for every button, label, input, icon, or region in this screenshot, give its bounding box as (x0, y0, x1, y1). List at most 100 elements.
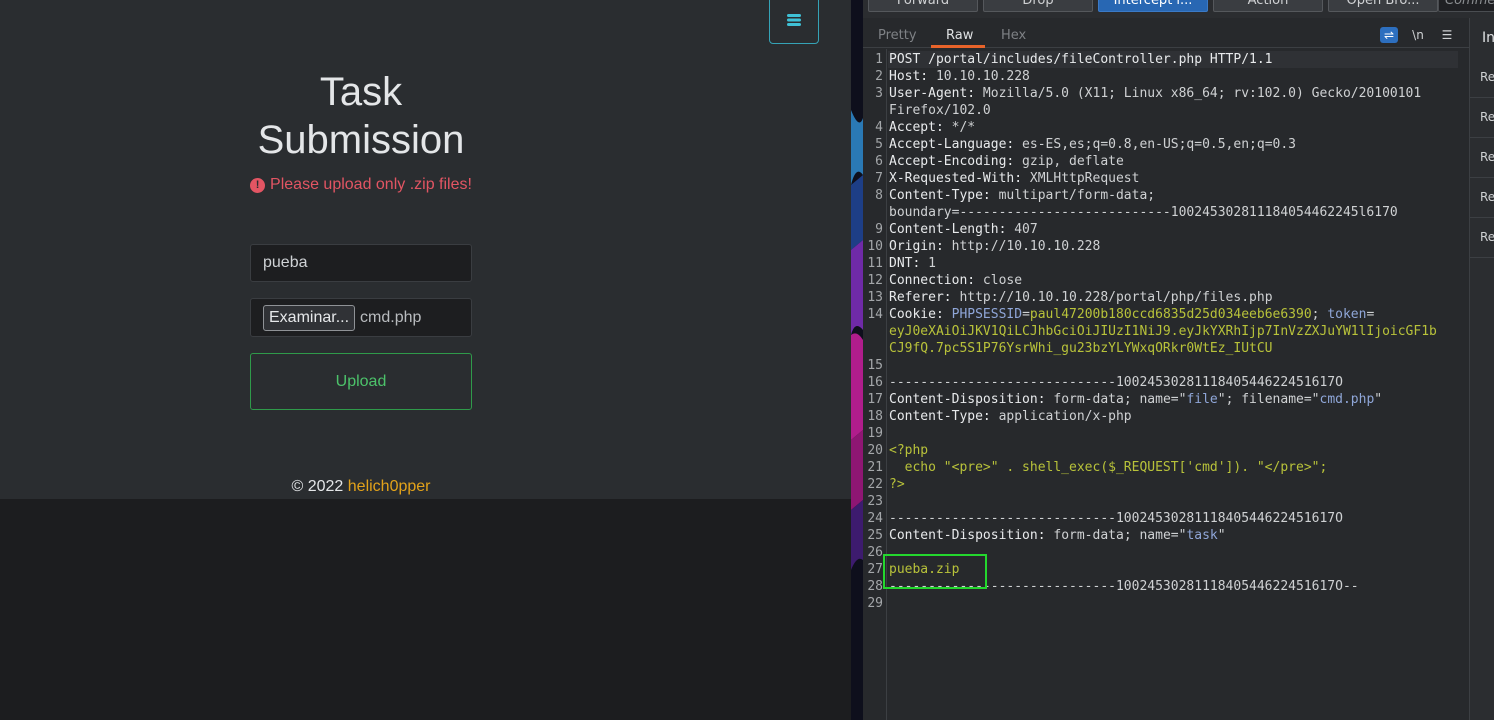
inspector-row[interactable]: Re (1470, 178, 1494, 218)
task-name-input[interactable]: pueba (250, 244, 472, 282)
browser-viewport: Task Submission ! Please upload only .zi… (0, 0, 851, 720)
inspector-row[interactable]: Re (1470, 218, 1494, 258)
line-number: 26 (867, 545, 883, 560)
page-footer: © 2022 helich0pper (231, 478, 491, 496)
inspector-row[interactable]: Re (1470, 98, 1494, 138)
inspector-row[interactable]: Re (1470, 58, 1494, 98)
tab-hex[interactable]: Hex (1001, 28, 1026, 43)
code-line: Connection: close (889, 272, 1022, 289)
code-line: Host: 10.10.10.228 (889, 68, 1030, 85)
forward-button[interactable]: Forward (868, 0, 978, 12)
code-token: Referer: (889, 290, 952, 305)
intercept-toggle-button[interactable]: Intercept i... (1098, 0, 1208, 12)
code-token: CJ9fQ.7pc5S1P76YsrWhi_gu23bzYLYWxqORkr0W… (889, 341, 1273, 356)
code-line: eyJ0eXAiOiJKV1QiLCJhbGciOiJIUzI1NiJ9.eyJ… (889, 323, 1437, 340)
code-token: Cookie: (889, 307, 944, 322)
code-line: Referer: http://10.10.10.228/portal/php/… (889, 289, 1273, 306)
line-number: 3 (875, 86, 883, 101)
error-alert-text: Please upload only .zip files! (270, 176, 472, 193)
code-token: 407 (1006, 222, 1038, 237)
code-line: boundary=---------------------------1002… (889, 204, 1398, 221)
code-line: Content-Disposition: form-data; name="ta… (889, 527, 1226, 544)
code-token: Content-Length: (889, 222, 1007, 237)
code-token: Firefox/102.0 (889, 103, 991, 118)
code-token: XMLHttpRequest (1022, 171, 1140, 186)
open-browser-button[interactable]: Open Bro... (1328, 0, 1438, 12)
line-number: 6 (875, 154, 883, 169)
code-token: paul47200b180ccd6835d25d034eeb6e6390 (1029, 307, 1312, 322)
line-number: 19 (867, 426, 883, 441)
code-token: gzip, deflate (1014, 154, 1124, 169)
line-number: 9 (875, 222, 883, 237)
line-number: 22 (867, 477, 883, 492)
desktop-wallpaper-strip (851, 0, 863, 720)
line-number: 13 (867, 290, 883, 305)
exclamation-circle-icon: ! (250, 177, 266, 193)
code-token: token (1327, 307, 1367, 322)
page-title-line1: Task (319, 70, 403, 114)
code-token: form-data; name=" (1045, 392, 1187, 407)
code-token: close (975, 273, 1023, 288)
word-wrap-icon[interactable]: ⇌ (1380, 27, 1398, 43)
code-token: DNT: (889, 256, 921, 271)
code-token: file (1186, 392, 1218, 407)
file-upload-field[interactable]: Examinar... cmd.php (250, 298, 472, 337)
hamburger-menu-icon[interactable]: ☰ (1438, 27, 1456, 43)
code-line: Content-Type: application/x-php (889, 408, 1132, 425)
show-newlines-toggle[interactable]: \n (1409, 27, 1427, 43)
code-token: application/x-php (990, 409, 1132, 424)
code-line: X-Requested-With: XMLHttpRequest (889, 170, 1139, 187)
code-line: Firefox/102.0 (889, 102, 991, 119)
comment-field[interactable]: Comme (1438, 0, 1494, 12)
code-line: Content-Type: multipart/form-data; (889, 187, 1155, 204)
browse-file-button[interactable]: Examinar... (263, 304, 356, 331)
code-token: PHPSESSID (951, 307, 1023, 322)
code-line: Content-Length: 407 (889, 221, 1038, 238)
inspector-row[interactable]: Re (1470, 138, 1494, 178)
code-token: = (1366, 307, 1375, 322)
upload-button[interactable]: Upload (250, 353, 472, 410)
code-line: Origin: http://10.10.10.228 (889, 238, 1100, 255)
code-token: -----------------------------10024530281… (889, 511, 1343, 526)
code-token: boundary=---------------------------1002… (889, 205, 1398, 220)
author-link[interactable]: helich0pper (348, 478, 431, 495)
line-number: 27 (867, 562, 883, 577)
line-number: 24 (867, 511, 883, 526)
drop-button[interactable]: Drop (983, 0, 1093, 12)
line-number: 2 (875, 69, 883, 84)
raw-request-editor[interactable]: 1 2 3 4 5 6 7 8 9 10 11 12 13 14 15 16 17 18 19 20 21 22 23 24 2… (863, 49, 1469, 720)
line-number: 8 (875, 188, 883, 203)
code-line: POST /portal/includes/fileController.php… (889, 51, 1273, 68)
line-number: 4 (875, 120, 883, 135)
code-token: " (1374, 392, 1383, 407)
code-token: Content-Type: (889, 188, 991, 203)
code-token: cmd.php (1319, 392, 1375, 407)
code-token: Host: (889, 69, 929, 84)
annotation-highlight-box (883, 554, 987, 589)
intercept-toolbar: Forward Drop Intercept i... Action Open … (863, 0, 1494, 18)
tab-raw[interactable]: Raw (946, 28, 973, 43)
action-button[interactable]: Action (1213, 0, 1323, 12)
code-line: Accept-Encoding: gzip, deflate (889, 153, 1124, 170)
line-number: 18 (867, 409, 883, 424)
navbar-toggle-button[interactable] (769, 0, 819, 44)
page-title: Task Submission (231, 68, 491, 164)
code-line: -----------------------------10024530281… (889, 510, 1343, 527)
code-token: 10.10.10.228 (928, 69, 1030, 84)
code-line: Accept: */* (889, 119, 975, 136)
code-token: multipart/form-data; (990, 188, 1156, 203)
code-token: http://10.10.10.228/portal/php/files.php (951, 290, 1273, 305)
line-number: 28 (867, 579, 883, 594)
code-token: <?php (889, 443, 929, 458)
code-token: */* (943, 120, 976, 135)
code-token: http://10.10.10.228 (943, 239, 1101, 254)
line-number: 16 (867, 375, 883, 390)
line-number: 20 (867, 443, 883, 458)
code-token: eyJ0eXAiOiJKV1QiLCJhbGciOiJIUzI1NiJ9.eyJ… (889, 324, 1437, 339)
line-number: 25 (867, 528, 883, 543)
code-token: POST /portal/includes/fileController.php… (889, 52, 1273, 67)
tab-pretty[interactable]: Pretty (878, 28, 917, 43)
wallpaper-art (851, 0, 863, 720)
code-token: 1 (920, 256, 936, 271)
